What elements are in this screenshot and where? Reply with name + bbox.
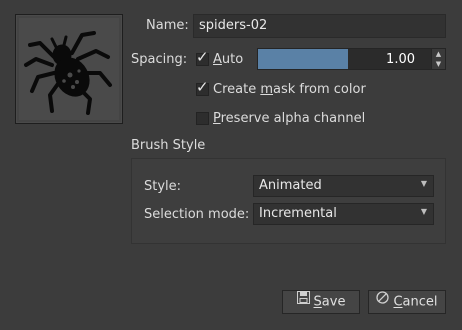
style-select-value: Animated [259, 178, 322, 193]
save-icon [296, 290, 310, 312]
chevron-down-icon: ▼ [420, 207, 427, 216]
selection-mode-label: Selection mode: [144, 207, 250, 222]
cancel-button[interactable]: Cancel [368, 290, 446, 314]
brush-properties-dialog: Name: spiders-02 Spacing: ✓ Auto 1.00 ▲ … [0, 0, 462, 330]
chevron-down-icon: ▼ [420, 179, 427, 188]
spin-down-icon[interactable]: ▼ [432, 59, 445, 69]
spacing-label: Spacing: [131, 52, 188, 67]
selection-mode-value: Incremental [259, 206, 337, 221]
spacing-spinbox[interactable]: 1.00 ▲ ▼ [257, 48, 446, 70]
auto-spacing-label[interactable]: Auto [213, 52, 243, 67]
style-select[interactable]: Animated ▼ [253, 175, 434, 197]
spacing-slider-fill [258, 49, 348, 69]
spin-up-icon[interactable]: ▲ [432, 49, 445, 59]
preserve-alpha-checkbox[interactable] [196, 112, 209, 125]
spin-buttons: ▲ ▼ [431, 49, 445, 69]
brush-style-group [131, 158, 446, 244]
style-label: Style: [144, 179, 182, 194]
create-mask-checkbox[interactable]: ✓ [196, 79, 209, 96]
save-button[interactable]: Save [282, 290, 360, 314]
brush-style-heading: Brush Style [131, 138, 206, 153]
create-mask-label[interactable]: Create mask from color [213, 82, 366, 97]
name-label: Name: [146, 18, 189, 33]
brush-preview [15, 14, 123, 124]
brush-name-input[interactable]: spiders-02 [193, 14, 446, 38]
cancel-icon [376, 290, 390, 312]
spider-icon [24, 31, 112, 115]
auto-spacing-checkbox[interactable]: ✓ [196, 49, 209, 66]
checkmark-icon: ✓ [196, 48, 209, 66]
checkmark-icon: ✓ [196, 78, 209, 96]
selection-mode-select[interactable]: Incremental ▼ [253, 203, 434, 225]
preserve-alpha-label[interactable]: Preserve alpha channel [213, 111, 365, 126]
spacing-value: 1.00 [386, 52, 415, 67]
